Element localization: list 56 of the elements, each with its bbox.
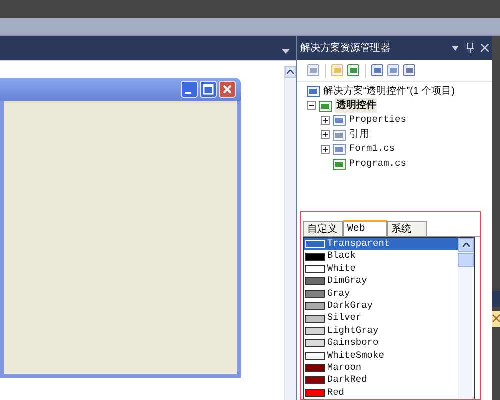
- color-list-item[interactable]: Transparent: [304, 238, 458, 250]
- color-name: LightGray: [327, 324, 379, 338]
- tree-item[interactable]: 解决方案“透明控件”(1 个项目): [323, 84, 456, 99]
- scrollbar[interactable]: [458, 238, 474, 399]
- color-list-item[interactable]: Maroon: [304, 362, 458, 374]
- scroll-up-icon[interactable]: [287, 70, 294, 74]
- close-icon[interactable]: [481, 44, 489, 52]
- color-name: Transparent: [327, 238, 390, 251]
- color-name: DimGray: [327, 274, 368, 288]
- color-list-item[interactable]: DimGray: [304, 275, 458, 288]
- pin-icon[interactable]: [467, 43, 474, 53]
- color-list-item[interactable]: Gray: [304, 288, 458, 300]
- color-list-item[interactable]: Gainsboro: [304, 337, 458, 350]
- color-list-item[interactable]: LightGray: [304, 324, 458, 338]
- expand-icon[interactable]: [321, 130, 330, 140]
- tree-item[interactable]: Form1.cs: [349, 142, 395, 156]
- color-list-item[interactable]: Silver: [304, 312, 458, 325]
- tree-item[interactable]: 透明控件: [335, 98, 378, 114]
- tab[interactable]: Web: [343, 220, 388, 236]
- tree-item[interactable]: 引用: [349, 127, 370, 142]
- dropdown-arrow-icon[interactable]: [452, 46, 459, 50]
- color-name: DarkGray: [327, 299, 373, 313]
- panel-header: [492, 291, 500, 307]
- color-name: White: [327, 262, 356, 276]
- color-list-item[interactable]: DarkGray: [304, 300, 458, 312]
- form-title-bar[interactable]: [0, 78, 242, 101]
- tab[interactable]: 系统: [387, 221, 428, 236]
- color-name: Gainsboro: [327, 336, 379, 350]
- color-name: Silver: [327, 311, 362, 326]
- scrollbar[interactable]: [284, 66, 296, 400]
- color-name: Black: [327, 249, 356, 264]
- color-list-item[interactable]: White: [304, 262, 458, 276]
- tree-item[interactable]: Properties: [349, 113, 406, 128]
- scroll-up-icon[interactable]: [462, 243, 470, 247]
- color-list-item[interactable]: WhiteSmoke: [304, 350, 458, 362]
- collapse-icon[interactable]: [307, 101, 316, 110]
- color-name: Red: [327, 386, 344, 399]
- expand-icon[interactable]: [321, 116, 330, 125]
- scroll-thumb[interactable]: [458, 253, 474, 267]
- minimize-icon[interactable]: [181, 81, 198, 98]
- dropdown-arrow-icon[interactable]: [282, 49, 290, 54]
- color-name: Maroon: [327, 360, 362, 375]
- color-list-item[interactable]: Black: [304, 250, 458, 263]
- color-name: DarkRed: [327, 373, 368, 388]
- close-icon[interactable]: [219, 81, 236, 98]
- color-name: WhiteSmoke: [327, 348, 384, 363]
- tab[interactable]: 自定义: [303, 221, 344, 236]
- maximize-icon[interactable]: [200, 81, 218, 98]
- color-swatch: [305, 240, 326, 248]
- tree-item[interactable]: Program.cs: [349, 156, 406, 171]
- color-list-item[interactable]: Red: [304, 386, 458, 399]
- panel-title: 解决方案资源管理器: [300, 42, 392, 56]
- expand-icon[interactable]: [321, 144, 330, 154]
- color-list-item[interactable]: DarkRed: [304, 374, 458, 387]
- close-icon[interactable]: [492, 311, 500, 327]
- color-name: Gray: [327, 286, 350, 301]
